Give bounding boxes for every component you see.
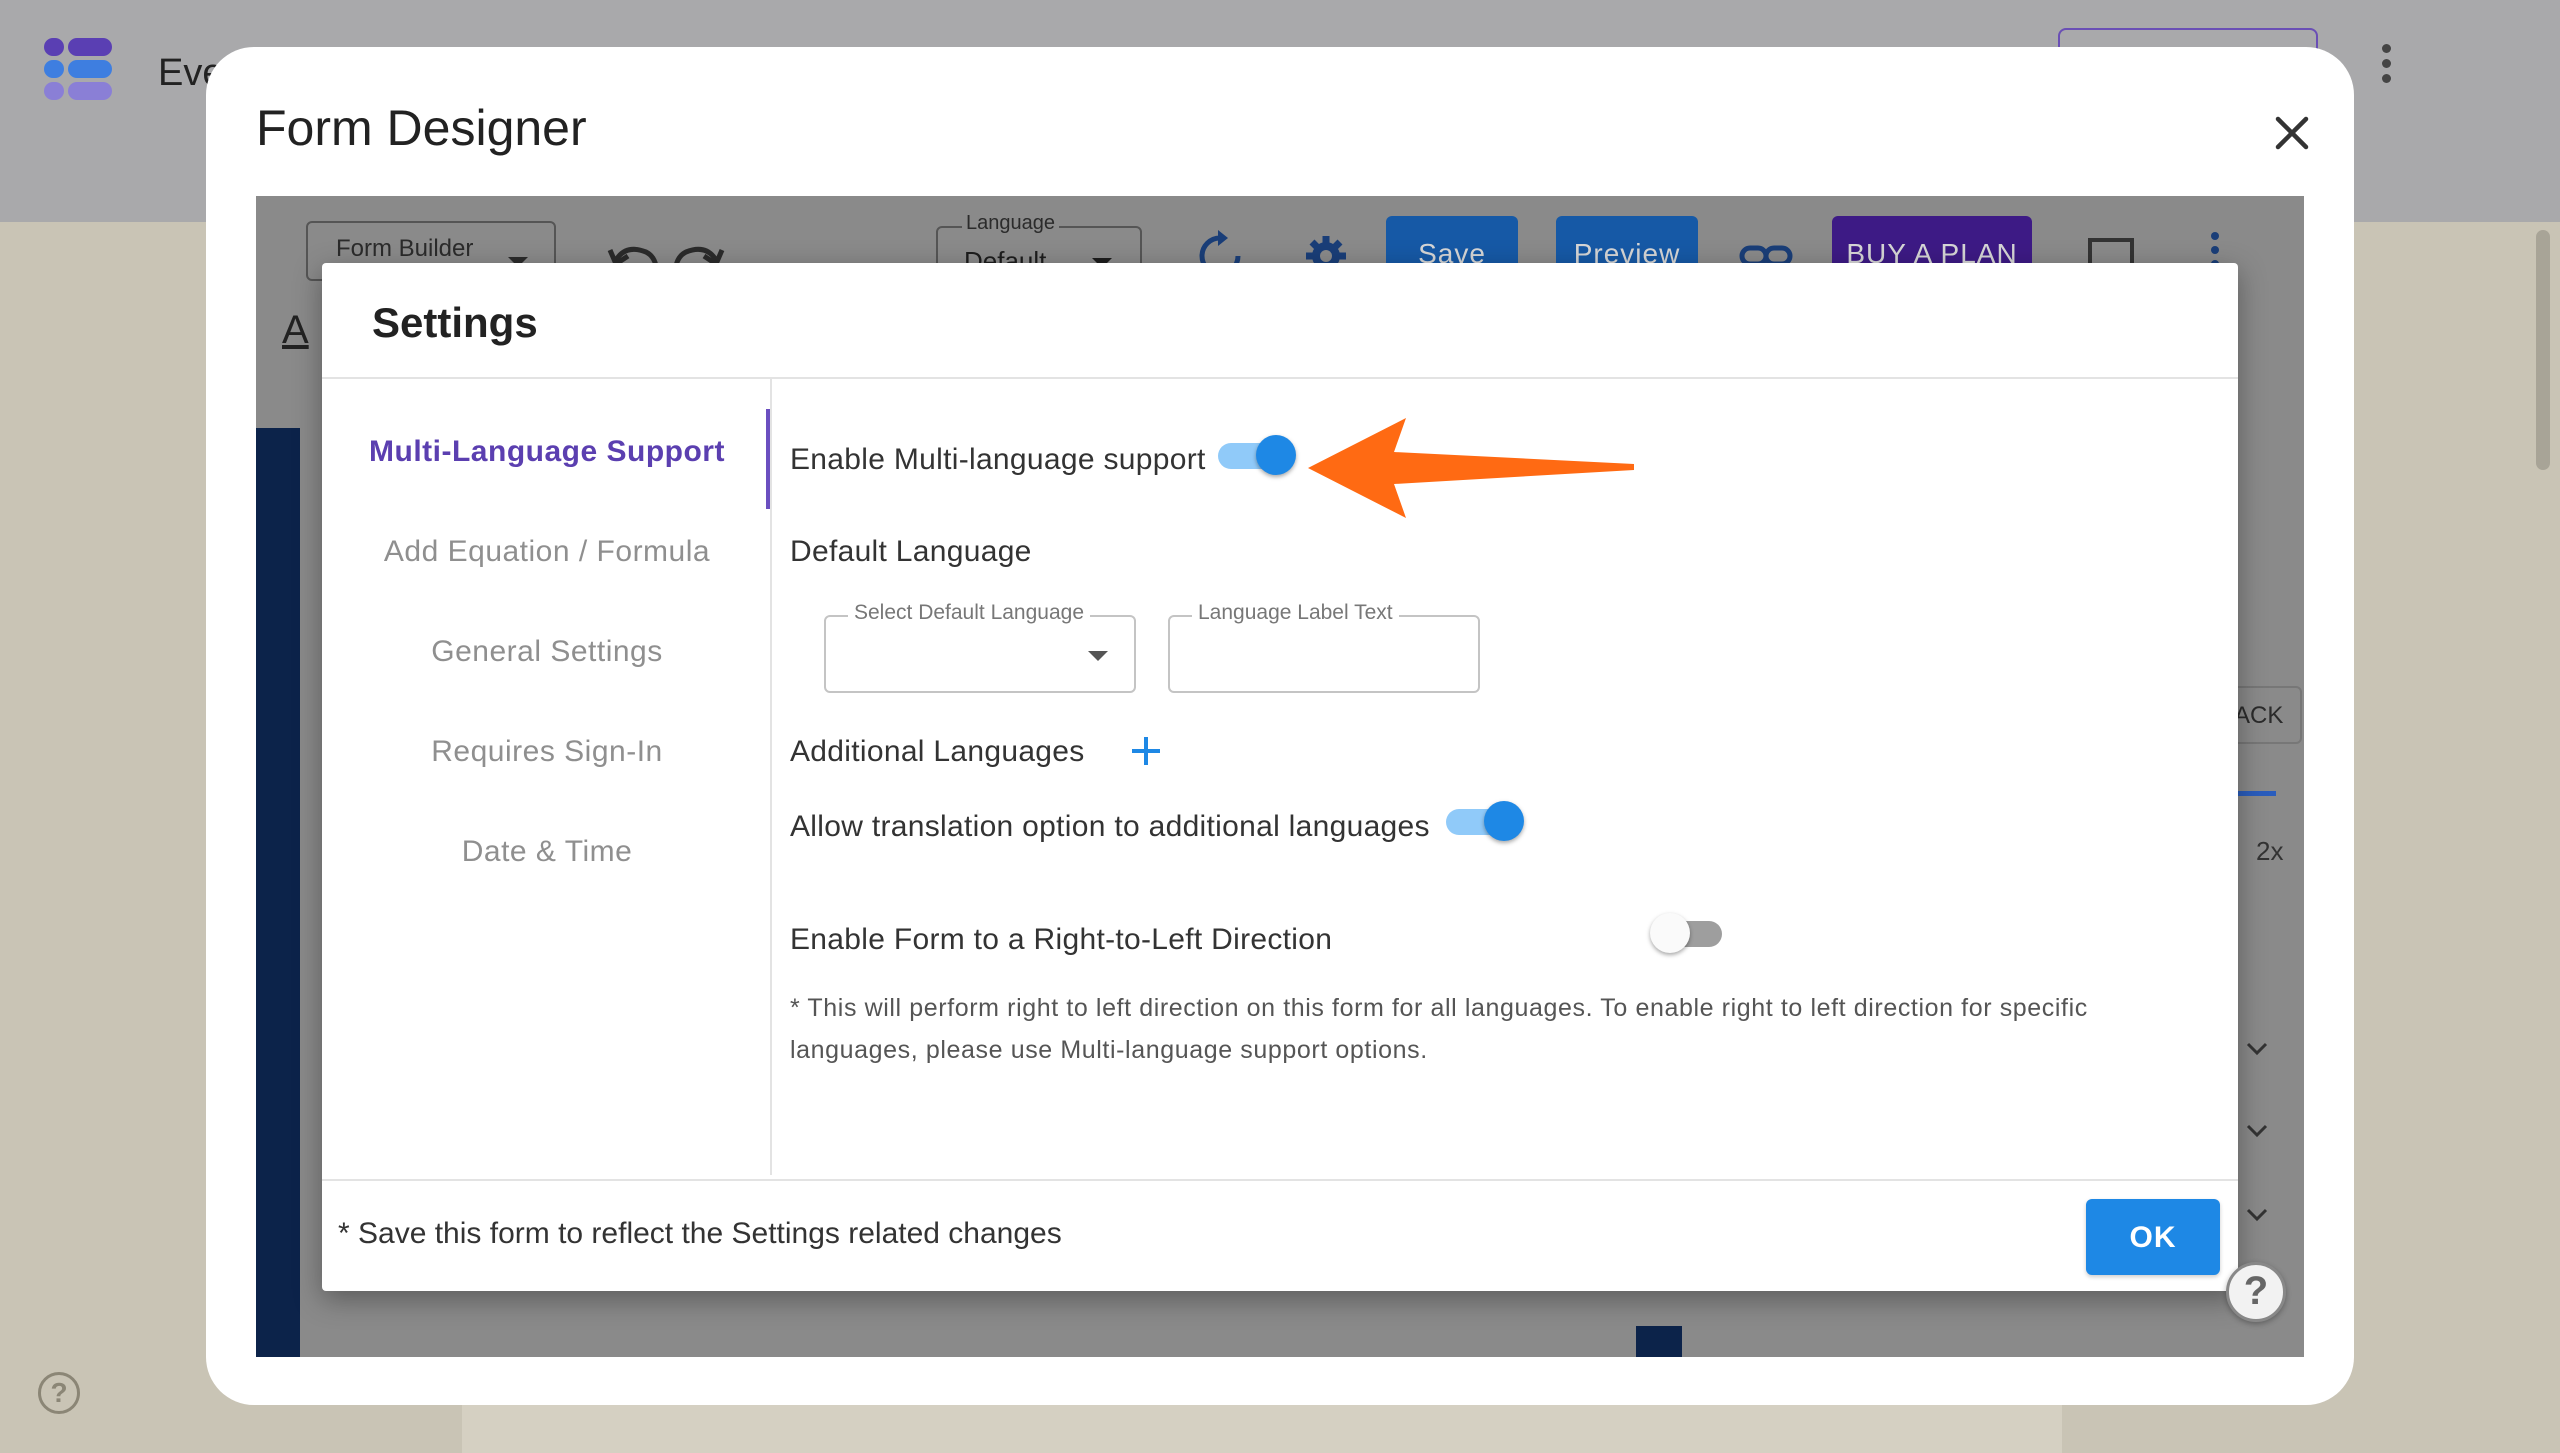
app-help-icon[interactable]: ? <box>38 1372 80 1414</box>
background-zoom-label: 2x <box>2256 836 2284 866</box>
settings-title: Settings <box>372 299 538 346</box>
rtl-description: * This will perform right to left direct… <box>790 994 2088 1064</box>
rtl-direction-label: Enable Form to a Right-to-Left Direction <box>790 923 1333 956</box>
builder-left-panel <box>256 428 300 1357</box>
nav-general-settings[interactable]: General Settings <box>322 635 772 669</box>
chevron-down-icon <box>1088 651 1108 661</box>
add-language-plus-icon[interactable] <box>1126 731 1166 771</box>
app-scrollbar[interactable] <box>2536 230 2550 470</box>
chevron-down-icon <box>2246 1124 2268 1138</box>
app-form-canvas <box>462 1400 2062 1453</box>
builder-mode-value: Form Builder <box>336 235 474 262</box>
allow-translation-toggle[interactable] <box>1444 801 1524 841</box>
background-slider <box>2236 791 2276 796</box>
chevron-down-icon <box>2246 1208 2268 1222</box>
settings-footer-note: * Save this form to reflect the Settings… <box>338 1217 1062 1250</box>
default-language-heading: Default Language <box>790 535 1032 568</box>
background-panel-strip <box>1636 1326 1682 1357</box>
help-icon[interactable]: ? <box>2226 1262 2286 1322</box>
orange-arrow-annotation-icon <box>1308 418 1634 518</box>
select-default-language-label: Select Default Language <box>848 601 1091 625</box>
allow-translation-label: Allow translation option to additional l… <box>790 810 1430 843</box>
language-label-text-field[interactable]: Language Label Text <box>1168 601 1480 693</box>
chevron-down-icon <box>2246 1042 2268 1056</box>
ok-button[interactable]: OK <box>2086 1199 2220 1275</box>
additional-languages-label: Additional Languages <box>790 735 1085 768</box>
nav-active-indicator <box>766 409 770 509</box>
settings-modal: Settings Multi-Language Support Add Equa… <box>322 263 2238 1291</box>
form-designer-title: Form Designer <box>256 100 587 156</box>
app-more-icon[interactable] <box>2376 44 2396 90</box>
settings-footer: * Save this form to reflect the Settings… <box>322 1179 2238 1291</box>
enable-multilang-toggle[interactable] <box>1216 435 1296 475</box>
select-default-language-field[interactable]: Select Default Language <box>824 601 1136 693</box>
rtl-direction-toggle[interactable] <box>1650 913 1730 953</box>
settings-header: Settings <box>322 263 2238 379</box>
enable-multilang-label: Enable Multi-language support <box>790 443 1206 476</box>
language-label-text-label: Language Label Text <box>1192 601 1399 625</box>
close-icon[interactable] <box>2266 107 2318 159</box>
nav-add-equation-formula[interactable]: Add Equation / Formula <box>322 535 772 569</box>
nav-requires-sign-in[interactable]: Requires Sign-In <box>322 735 772 769</box>
settings-nav: Multi-Language Support Add Equation / Fo… <box>322 379 772 1175</box>
nav-date-time[interactable]: Date & Time <box>322 835 772 869</box>
text-format-icon[interactable]: A <box>282 308 309 353</box>
app-logo-icon[interactable] <box>44 38 114 102</box>
nav-multi-language-support[interactable]: Multi-Language Support <box>322 435 772 469</box>
language-select-label: Language <box>962 212 1059 235</box>
